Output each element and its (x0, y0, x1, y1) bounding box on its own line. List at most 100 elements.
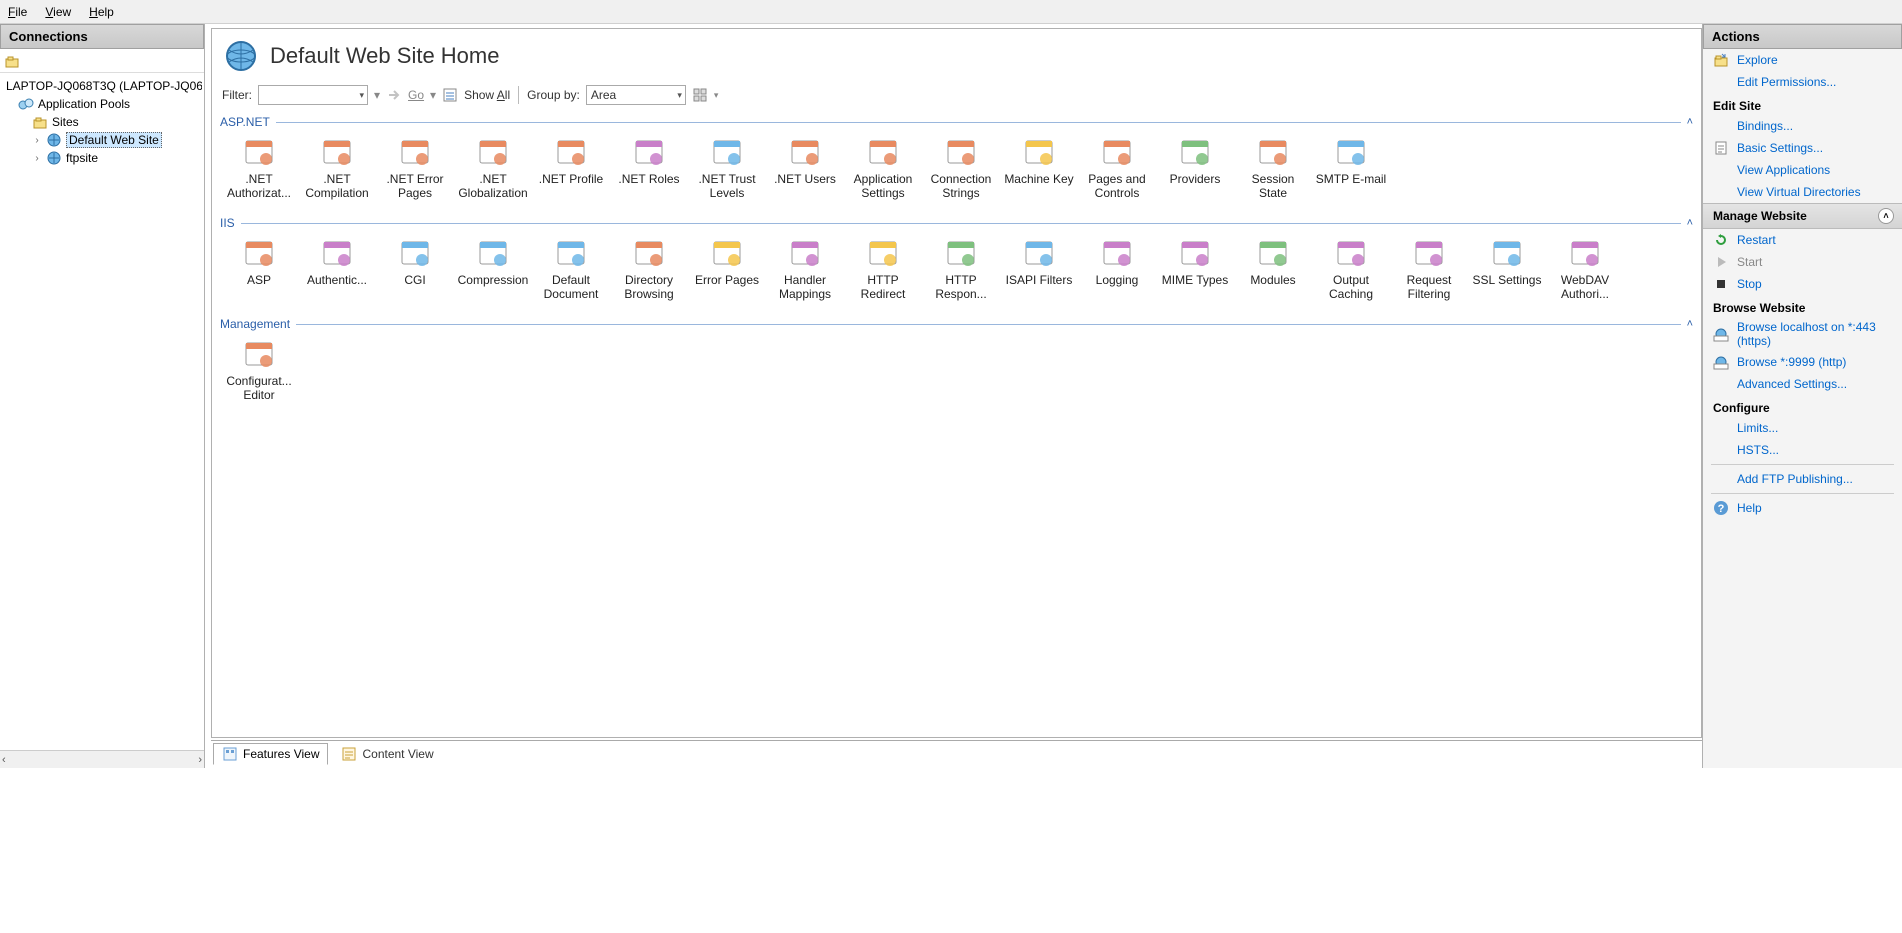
feature-label: .NET Users (774, 172, 836, 186)
expand-icon[interactable]: › (32, 153, 42, 164)
tree-ftpsite[interactable]: › ftpsite (4, 149, 204, 167)
iis-feature-13[interactable]: Modules (1234, 232, 1312, 305)
group-aspnet-title: ASP.NET (220, 115, 270, 129)
menu-view[interactable]: View (45, 5, 71, 19)
iis-feature-3[interactable]: Compression (454, 232, 532, 305)
iis-feature-2[interactable]: CGI (376, 232, 454, 305)
feature-icon (320, 135, 354, 169)
tree-hscroll[interactable]: ‹› (0, 750, 204, 768)
aspnet-feature-9[interactable]: Connection Strings (922, 131, 1000, 204)
iis-feature-6[interactable]: Error Pages (688, 232, 766, 305)
show-all-button[interactable]: Show All (464, 88, 510, 102)
action-restart[interactable]: Restart (1703, 229, 1902, 251)
feature-label: .NET Authorizat... (222, 172, 296, 200)
iis-feature-0[interactable]: ASP (220, 232, 298, 305)
aspnet-feature-8[interactable]: Application Settings (844, 131, 922, 204)
tab-features-view[interactable]: Features View (213, 743, 328, 765)
feature-icon (944, 236, 978, 270)
feature-icon (1256, 236, 1290, 270)
globe-icon (46, 150, 62, 166)
iis-feature-8[interactable]: HTTP Redirect (844, 232, 922, 305)
aspnet-feature-4[interactable]: .NET Profile (532, 131, 610, 204)
tree-server-node[interactable]: LAPTOP-JQ068T3Q (LAPTOP-JQ068T3 (4, 77, 204, 95)
action-view-applications[interactable]: View Applications (1703, 159, 1902, 181)
aspnet-feature-11[interactable]: Pages and Controls (1078, 131, 1156, 204)
tab-content-view[interactable]: Content View (332, 743, 442, 765)
go-button[interactable]: Go (408, 88, 424, 102)
collapse-icon[interactable]: ˄ (1687, 318, 1693, 330)
iis-feature-4[interactable]: Default Document (532, 232, 610, 305)
features-view-icon (222, 746, 238, 762)
feature-icon (476, 135, 510, 169)
menu-help[interactable]: Help (89, 5, 114, 19)
tree-sites[interactable]: Sites (4, 113, 204, 131)
feature-label: HTTP Redirect (846, 273, 920, 301)
tree-app-pools[interactable]: Application Pools (4, 95, 204, 113)
feature-icon (1490, 236, 1524, 270)
action-stop[interactable]: Stop (1703, 273, 1902, 295)
aspnet-feature-2[interactable]: .NET Error Pages (376, 131, 454, 204)
action-edit-permissions[interactable]: Edit Permissions... (1703, 71, 1902, 93)
aspnet-feature-13[interactable]: Session State (1234, 131, 1312, 204)
sites-icon (32, 114, 48, 130)
connect-icon[interactable] (4, 53, 20, 69)
iis-feature-9[interactable]: HTTP Respon... (922, 232, 1000, 305)
aspnet-feature-7[interactable]: .NET Users (766, 131, 844, 204)
iis-feature-16[interactable]: SSL Settings (1468, 232, 1546, 305)
feature-label: Logging (1096, 273, 1139, 287)
action-add-ftp[interactable]: Add FTP Publishing... (1703, 468, 1902, 490)
showall-icon[interactable] (442, 87, 458, 103)
tree-default-web-site[interactable]: › Default Web Site (4, 131, 204, 149)
aspnet-feature-10[interactable]: Machine Key (1000, 131, 1078, 204)
menu-file[interactable]: File (8, 5, 27, 19)
aspnet-feature-6[interactable]: .NET Trust Levels (688, 131, 766, 204)
group-aspnet: ASP.NET ˄ .NET Authorizat....NET Compilat… (220, 111, 1693, 204)
aspnet-feature-12[interactable]: Providers (1156, 131, 1234, 204)
iis-feature-10[interactable]: ISAPI Filters (1000, 232, 1078, 305)
action-hsts[interactable]: HSTS... (1703, 439, 1902, 461)
aspnet-feature-3[interactable]: .NET Globalization (454, 131, 532, 204)
actions-browse-website: Browse Website (1703, 295, 1902, 317)
aspnet-feature-5[interactable]: .NET Roles (610, 131, 688, 204)
mgmt-feature-0[interactable]: Configurat... Editor (220, 333, 298, 406)
action-bindings[interactable]: Bindings... (1703, 115, 1902, 137)
iis-feature-1[interactable]: Authentic... (298, 232, 376, 305)
iis-feature-17[interactable]: WebDAV Authori... (1546, 232, 1624, 305)
iis-feature-11[interactable]: Logging (1078, 232, 1156, 305)
groupby-combo[interactable]: Area (586, 85, 686, 105)
expand-icon[interactable]: › (32, 135, 42, 146)
globe-icon (224, 39, 258, 73)
aspnet-feature-14[interactable]: SMTP E-mail (1312, 131, 1390, 204)
filter-input[interactable] (258, 85, 368, 105)
feature-label: ISAPI Filters (1006, 273, 1073, 287)
iis-feature-5[interactable]: Directory Browsing (610, 232, 688, 305)
iis-feature-12[interactable]: MIME Types (1156, 232, 1234, 305)
help-icon: ? (1713, 500, 1729, 516)
action-explore[interactable]: Explore (1703, 49, 1902, 71)
actions-manage-website[interactable]: Manage Website ˄ (1703, 203, 1902, 229)
action-view-vdirs[interactable]: View Virtual Directories (1703, 181, 1902, 203)
view-mode-icon[interactable] (692, 87, 708, 103)
action-start[interactable]: Start (1703, 251, 1902, 273)
feature-icon (1568, 236, 1602, 270)
connections-panel: Connections LAPTOP-JQ068T3Q (LAPTOP-JQ06… (0, 24, 205, 768)
action-advanced-settings[interactable]: Advanced Settings... (1703, 373, 1902, 395)
action-help[interactable]: ? Help (1703, 497, 1902, 519)
iis-feature-14[interactable]: Output Caching (1312, 232, 1390, 305)
collapse-icon[interactable]: ˄ (1687, 217, 1693, 229)
action-limits[interactable]: Limits... (1703, 417, 1902, 439)
iis-feature-15[interactable]: Request Filtering (1390, 232, 1468, 305)
action-browse-443[interactable]: Browse localhost on *:443 (https) (1703, 317, 1902, 351)
collapse-icon[interactable]: ˄ (1687, 116, 1693, 128)
feature-label: Compression (458, 273, 529, 287)
iis-feature-7[interactable]: Handler Mappings (766, 232, 844, 305)
action-basic-settings[interactable]: Basic Settings... (1703, 137, 1902, 159)
feature-label: .NET Error Pages (378, 172, 452, 200)
aspnet-feature-0[interactable]: .NET Authorizat... (220, 131, 298, 204)
go-icon[interactable] (386, 87, 402, 103)
chevron-up-icon[interactable]: ˄ (1878, 208, 1894, 224)
action-browse-9999[interactable]: Browse *:9999 (http) (1703, 351, 1902, 373)
aspnet-feature-1[interactable]: .NET Compilation (298, 131, 376, 204)
connections-tree: LAPTOP-JQ068T3Q (LAPTOP-JQ068T3 Applicat… (0, 73, 204, 750)
feature-label: HTTP Respon... (924, 273, 998, 301)
